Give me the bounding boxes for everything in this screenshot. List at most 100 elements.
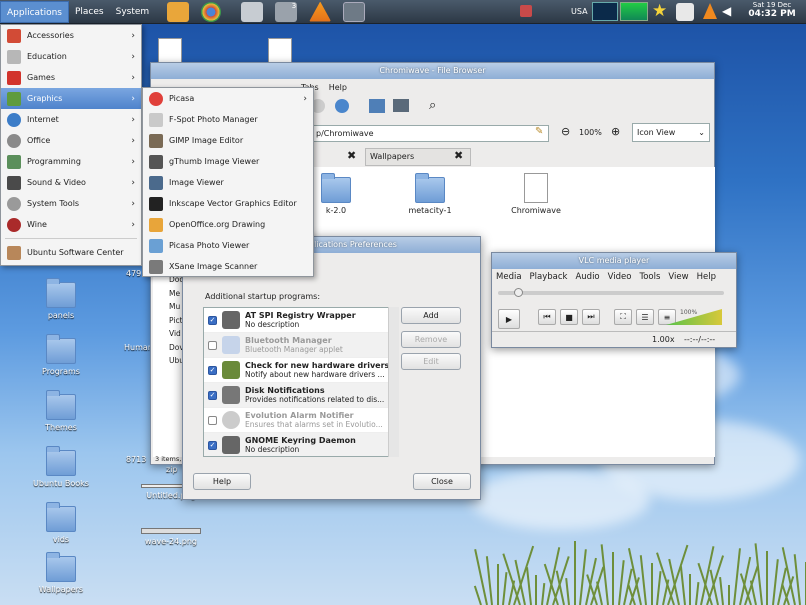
playlist-icon[interactable]: ☰ [636, 309, 654, 325]
places-menu[interactable]: Places [69, 1, 110, 23]
sidebar-item[interactable]: Vid [153, 327, 183, 341]
seek-handle[interactable] [514, 288, 523, 297]
program-row[interactable]: ✓ Disk Notifications Provides notificati… [204, 383, 398, 408]
program-row[interactable]: ✓ AT SPI Registry Wrapper No description [204, 308, 398, 333]
vlc-menu-playback[interactable]: Playback [530, 272, 568, 282]
add-button[interactable]: Add [401, 307, 461, 324]
program-row[interactable]: ✓ Check for new hardware drivers Notify … [204, 358, 398, 383]
close-tab-icon[interactable]: ✖ [347, 149, 363, 165]
menu-item-games[interactable]: Games › [1, 67, 141, 88]
extended-settings-icon[interactable]: ≡ [658, 309, 676, 325]
menu-item-accessories[interactable]: Accessories › [1, 25, 141, 46]
vlc-menu-view[interactable]: View [668, 272, 688, 282]
desktop-folder-panels[interactable]: panels [26, 278, 96, 320]
sidebar-item[interactable]: Mu [153, 300, 183, 314]
scrollbar[interactable] [388, 307, 399, 457]
vlc-menu-media[interactable]: Media [496, 272, 522, 282]
checkbox[interactable]: ✓ [208, 315, 217, 325]
sidebar-item[interactable]: Me [153, 287, 183, 301]
checkbox[interactable]: ✓ [208, 365, 217, 375]
close-button[interactable]: Close [413, 473, 471, 490]
checkbox[interactable]: ✓ [208, 390, 217, 400]
menu-item-wine[interactable]: Wine › [1, 214, 141, 235]
text-editor-icon[interactable] [241, 1, 264, 22]
star-icon[interactable]: ★ [652, 2, 667, 21]
seek-slider[interactable] [498, 288, 724, 297]
vlc-menu-tools[interactable]: Tools [639, 272, 660, 282]
edit-button[interactable]: Edit [401, 353, 461, 370]
stop-icon[interactable]: ■ [560, 309, 578, 325]
playback-time[interactable]: --:--/--:-- [684, 335, 715, 344]
submenu-item-gthumb[interactable]: gThumb Image Viewer [143, 151, 313, 172]
checkbox[interactable] [208, 415, 217, 425]
menu-item-education[interactable]: Education › [1, 46, 141, 67]
menu-item-office[interactable]: Office › [1, 130, 141, 151]
file-item[interactable]: Chromiwave [501, 173, 571, 215]
chrome-icon[interactable] [201, 1, 222, 22]
vlc-icon[interactable] [309, 1, 332, 22]
menu-item-software-center[interactable]: Ubuntu Software Center [1, 242, 141, 263]
launcher-icon[interactable] [167, 1, 190, 22]
view-mode-select[interactable]: Icon View ⌄ [632, 123, 710, 142]
menu-item-sound-video[interactable]: Sound & Video › [1, 172, 141, 193]
clock[interactable]: Sat 19 Dec 04:32 PM [740, 1, 804, 19]
submenu-item-oo-drawing[interactable]: OpenOffice.org Drawing [143, 214, 313, 235]
home-icon[interactable] [369, 99, 385, 113]
terminal-icon[interactable]: 3 [275, 1, 298, 22]
sidebar-item[interactable]: Dov [153, 341, 184, 355]
system-monitor-icon[interactable] [592, 2, 618, 21]
desktop-folder-wallpapers[interactable]: Wallpapers [26, 552, 96, 594]
submenu-item-picasa[interactable]: Picasa › [143, 88, 313, 109]
desktop-folder-vids[interactable]: vids [26, 502, 96, 544]
desktop-file-wave[interactable]: wave-24.png [136, 528, 206, 546]
clear-location-icon[interactable]: ✎ [535, 126, 543, 137]
submenu-item-inkscape[interactable]: Inkscape Vector Graphics Editor [143, 193, 313, 214]
menu-item-internet[interactable]: Internet › [1, 109, 141, 130]
vlc-menu-video[interactable]: Video [608, 272, 632, 282]
close-tab-icon[interactable]: ✖ [454, 149, 463, 162]
fullscreen-icon[interactable]: ⛶ [614, 309, 632, 325]
cpu-monitor-icon[interactable] [620, 2, 648, 21]
help-button[interactable]: Help [193, 473, 251, 490]
menu-item-system-tools[interactable]: System Tools › [1, 193, 141, 214]
applications-menu[interactable]: Applications [0, 0, 69, 23]
vlc-tray-icon[interactable] [703, 3, 717, 19]
desktop-folder-themes[interactable]: Themes [26, 390, 96, 432]
system-menu[interactable]: System [110, 1, 156, 23]
sidebar-item[interactable]: Ubu [153, 354, 184, 368]
menu-item-programming[interactable]: Programming › [1, 151, 141, 172]
submenu-item-picasa-viewer[interactable]: Picasa Photo Viewer [143, 235, 313, 256]
search-icon[interactable]: ⌕ [429, 98, 436, 113]
update-icon[interactable] [676, 3, 694, 21]
location-field[interactable]: p/Chromiwave [311, 125, 549, 142]
screenshot-icon[interactable] [343, 1, 366, 22]
zoom-in-icon[interactable]: ⊕ [611, 125, 620, 138]
volume-icon[interactable]: ◀ [722, 4, 731, 18]
program-row[interactable]: Bluetooth Manager Bluetooth Manager appl… [204, 333, 398, 358]
program-row[interactable]: Evolution Alarm Notifier Ensures that al… [204, 408, 398, 433]
desktop-folder-programs[interactable]: Programs [26, 334, 96, 376]
reload-icon[interactable] [335, 99, 349, 113]
file-item[interactable]: metacity-1 [395, 173, 465, 215]
desktop-folder-ubuntu-books[interactable]: Ubuntu Books [26, 446, 96, 488]
program-row[interactable]: ✓ GNOME Keyring Daemon No description [204, 433, 398, 456]
submenu-item-gimp[interactable]: GIMP Image Editor [143, 130, 313, 151]
computer-icon[interactable] [393, 99, 409, 112]
next-icon[interactable]: ⏭ [582, 309, 600, 325]
sidebar-item[interactable]: Pict [153, 314, 183, 328]
previous-icon[interactable]: ⏮ [538, 309, 556, 325]
playback-speed[interactable]: 1.00x [652, 335, 675, 344]
remove-button[interactable]: Remove [401, 331, 461, 348]
network-icon[interactable] [520, 5, 532, 17]
checkbox[interactable] [208, 340, 217, 350]
menu-help[interactable]: Help [329, 83, 347, 92]
keyboard-layout[interactable]: USA [571, 7, 588, 16]
submenu-item-xsane[interactable]: XSane Image Scanner [143, 256, 313, 277]
play-icon[interactable]: ▶ [498, 309, 520, 329]
zoom-out-icon[interactable]: ⊖ [561, 125, 570, 138]
vlc-menu-audio[interactable]: Audio [575, 272, 599, 282]
submenu-item-image-viewer[interactable]: Image Viewer [143, 172, 313, 193]
submenu-item-f-spot[interactable]: F-Spot Photo Manager [143, 109, 313, 130]
checkbox[interactable]: ✓ [208, 440, 217, 450]
vlc-menu-help[interactable]: Help [697, 272, 716, 282]
